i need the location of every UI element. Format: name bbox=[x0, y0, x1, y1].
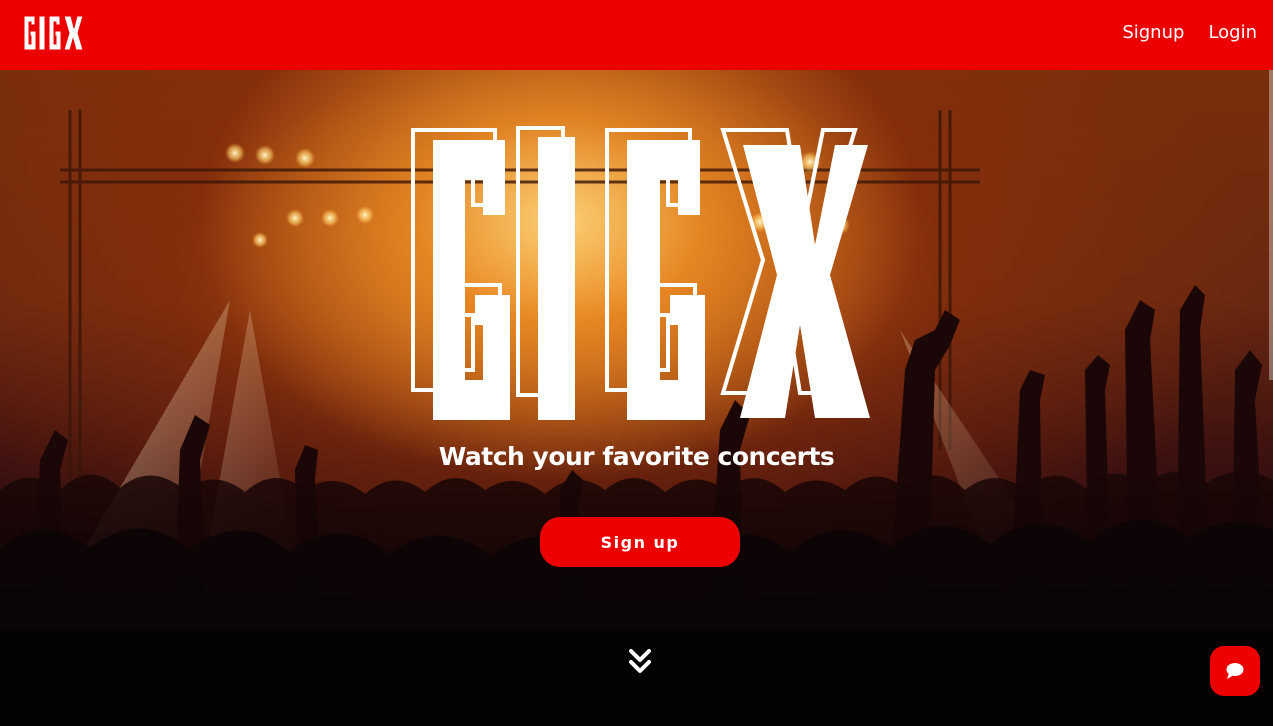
nav-login-link[interactable]: Login bbox=[1208, 20, 1257, 46]
nav-logo[interactable] bbox=[22, 13, 84, 53]
double-chevron-down-icon[interactable] bbox=[628, 648, 652, 676]
chat-bubble-icon bbox=[1226, 663, 1244, 679]
chat-button[interactable] bbox=[1210, 646, 1260, 696]
navbar: Signup Login bbox=[0, 0, 1273, 70]
nav-signup-link[interactable]: Signup bbox=[1122, 20, 1184, 46]
nav-links: Signup Login bbox=[1122, 20, 1257, 46]
hero-logo bbox=[411, 126, 870, 420]
hero-tagline: Watch your favorite concerts bbox=[438, 442, 835, 471]
hero-section: Watch your favorite concerts Sign up bbox=[0, 70, 1273, 726]
hero-signup-button[interactable]: Sign up bbox=[540, 517, 740, 567]
scrollbar[interactable] bbox=[1269, 70, 1273, 380]
